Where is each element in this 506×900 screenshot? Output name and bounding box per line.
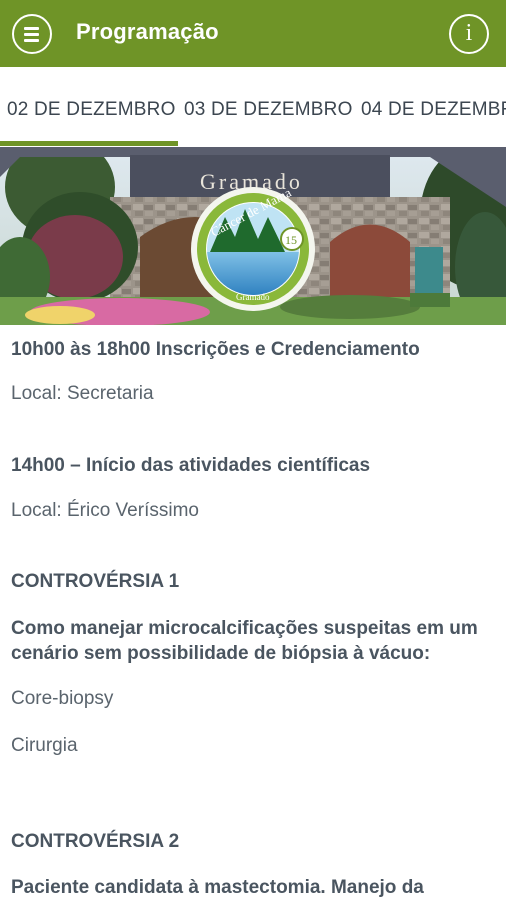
svg-text:15: 15 [285, 233, 297, 247]
tab-03-dezembro[interactable]: 03 DE DEZEMBRO [184, 99, 353, 121]
tab-04-dezembro[interactable]: 04 DE DEZEMBRO [361, 99, 506, 121]
schedule-item-title: 10h00 às 18h00 Inscrições e Credenciamen… [11, 339, 420, 360]
page-title: Programação [76, 19, 219, 44]
tab-02-dezembro[interactable]: 02 DE DEZEMBRO [7, 99, 176, 121]
event-banner-image: Gramado Câncer de Mama 15 Gramado [0, 147, 506, 325]
controversy-heading: CONTROVÉRSIA 1 [11, 571, 180, 592]
schedule-item-title: 14h00 – Início das atividades científica… [11, 455, 371, 476]
schedule-item-location: Local: Secretaria [11, 383, 154, 404]
hamburger-menu-icon[interactable] [12, 14, 52, 54]
controversy-option: Cirurgia [11, 735, 78, 756]
app-bar: Programação i [0, 0, 506, 67]
svg-text:Gramado: Gramado [236, 292, 270, 302]
selected-tab-indicator [0, 141, 178, 146]
controversy-question: Paciente candidata à mastectomia. Manejo… [11, 877, 424, 898]
info-icon[interactable]: i [449, 14, 489, 54]
controversy-option: Core-biopsy [11, 688, 114, 709]
gramado-portal-illustration: Gramado Câncer de Mama 15 Gramado [0, 147, 506, 325]
schedule-item-location: Local: Érico Veríssimo [11, 500, 199, 521]
controversy-heading: CONTROVÉRSIA 2 [11, 831, 180, 852]
controversy-question: Como manejar microcalcificações suspeita… [11, 618, 478, 664]
date-tabs: 02 DE DEZEMBRO 03 DE DEZEMBRO 04 DE DEZE… [0, 67, 506, 147]
